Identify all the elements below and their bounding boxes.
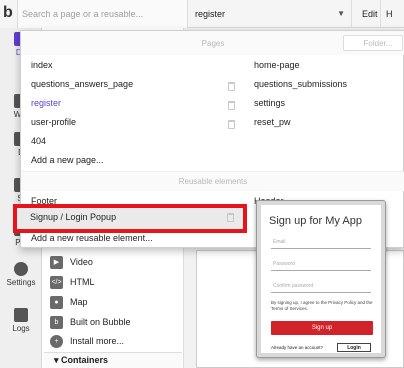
tool-settings-label: Settings (6, 278, 36, 287)
reusable-preview-popup: Sign up for My App Email Password Confir… (256, 200, 386, 358)
password-placeholder: Password (273, 261, 295, 267)
preview-title: Sign up for My App (269, 215, 362, 227)
palette-item-label: Built on Bubble (70, 317, 131, 327)
page-item-settings[interactable]: settings (254, 98, 285, 116)
help-menu-label: H (386, 9, 393, 19)
palette-item-label: Video (70, 257, 93, 267)
page-search-input[interactable]: Search a page or a reusable... (18, 0, 188, 28)
reusable-section-header: Reusable elements (21, 171, 404, 191)
page-item-home-page[interactable]: home-page (254, 60, 300, 78)
page-item-register[interactable]: register (31, 98, 61, 116)
highlight-box (13, 204, 247, 233)
bubble-logo[interactable]: b (0, 0, 18, 28)
trash-icon[interactable] (228, 101, 235, 110)
preview-content: Sign up for My App Email Password Confir… (261, 205, 381, 353)
page-item-reset-pw[interactable]: reset_pw (254, 117, 291, 135)
preview-signup-button: Sign up (271, 321, 373, 335)
edit-menu-label: Edit (362, 9, 378, 19)
logo-glyph: b (3, 4, 13, 21)
search-placeholder: Search a page or a reusable... (22, 9, 144, 19)
html-icon: </> (50, 276, 63, 289)
settings-icon (14, 262, 28, 276)
tool-logs-label: Logs (12, 324, 30, 333)
trash-icon[interactable] (228, 82, 235, 91)
preview-email-field: Email (271, 237, 371, 249)
page-item-user-profile[interactable]: user-profile (31, 117, 76, 135)
palette-item-label: Map (70, 297, 88, 307)
video-icon: ▶ (50, 256, 63, 269)
install-icon: + (50, 335, 63, 348)
containers-section-header[interactable]: ▾ Containers (44, 352, 182, 368)
page-selector-value: register (195, 9, 226, 19)
folder-placeholder: Folder... (363, 39, 393, 48)
logs-icon (14, 308, 28, 322)
page-item-questions-answers-page[interactable]: questions_answers_page (31, 79, 133, 97)
add-new-reusable-link[interactable]: Add a new reusable element... (31, 233, 153, 251)
preview-confirm-field: Confirm password (271, 281, 371, 293)
containers-label: ▾ Containers (54, 355, 109, 365)
pages-section-header: Pages Folder... (21, 31, 404, 55)
preview-have-account: Already have an account? (271, 345, 324, 350)
chevron-down-icon: ▼ (337, 9, 345, 18)
page-item-index[interactable]: index (31, 60, 53, 78)
email-placeholder: Email (273, 239, 286, 245)
folder-input[interactable]: Folder... (343, 35, 403, 51)
confirm-placeholder: Confirm password (273, 283, 314, 289)
tool-logs[interactable]: Logs (0, 308, 42, 333)
top-bar: b Search a page or a reusable... registe… (0, 0, 404, 28)
page-item-questions-submissions[interactable]: questions_submissions (254, 79, 347, 97)
reusable-header-label: Reusable elements (178, 177, 248, 186)
tool-settings[interactable]: Settings (0, 262, 42, 287)
palette-item-label: Install more... (70, 336, 125, 346)
trash-icon[interactable] (228, 120, 235, 129)
help-menu[interactable]: H (383, 0, 404, 28)
bubble-icon: b (50, 316, 63, 329)
page-item-404[interactable]: 404 (31, 136, 46, 154)
palette-item-label: HTML (70, 277, 95, 287)
preview-password-field: Password (271, 259, 371, 271)
preview-terms: By signing up, I agree to the Privacy Po… (271, 300, 373, 311)
edit-menu[interactable]: Edit (353, 0, 381, 28)
page-selector[interactable]: register ▼ (188, 0, 352, 28)
map-icon: ● (50, 296, 63, 309)
preview-login-button: Login (337, 343, 371, 352)
